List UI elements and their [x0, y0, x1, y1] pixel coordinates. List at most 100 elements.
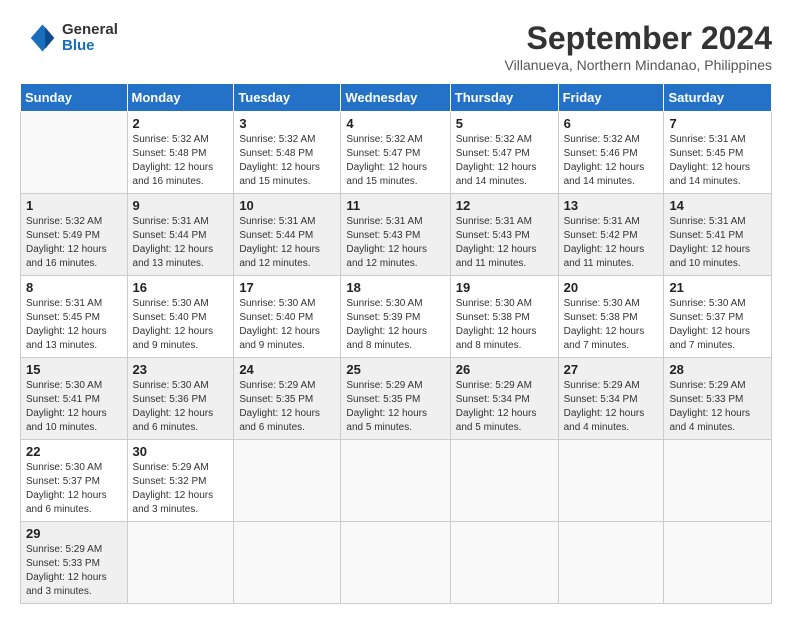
- day-info: Sunrise: 5:30 AMSunset: 5:36 PMDaylight:…: [133, 379, 229, 435]
- day-number: 18: [346, 280, 444, 295]
- calendar-cell: 26 Sunrise: 5:29 AMSunset: 5:34 PMDayligh…: [450, 358, 558, 440]
- day-info: Sunrise: 5:29 AMSunset: 5:35 PMDaylight:…: [239, 379, 335, 435]
- day-number: 26: [456, 362, 553, 377]
- header-friday: Friday: [558, 84, 664, 112]
- day-info: Sunrise: 5:31 AMSunset: 5:41 PMDaylight:…: [669, 215, 766, 271]
- calendar-cell: 24 Sunrise: 5:29 AMSunset: 5:35 PMDayligh…: [234, 358, 341, 440]
- calendar-cell: 30 Sunrise: 5:29 AMSunset: 5:32 PMDayligh…: [127, 440, 234, 522]
- day-number: 7: [669, 116, 766, 131]
- day-number: 22: [26, 444, 122, 459]
- day-number: 30: [133, 444, 229, 459]
- day-info: Sunrise: 5:29 AMSunset: 5:32 PMDaylight:…: [133, 461, 229, 517]
- day-number: 24: [239, 362, 335, 377]
- day-info: Sunrise: 5:32 AMSunset: 5:47 PMDaylight:…: [456, 133, 553, 189]
- day-info: Sunrise: 5:29 AMSunset: 5:33 PMDaylight:…: [26, 543, 122, 599]
- day-number: 3: [239, 116, 335, 131]
- calendar-cell: [341, 522, 450, 604]
- calendar-cell: [664, 440, 772, 522]
- calendar-table: Sunday Monday Tuesday Wednesday Thursday…: [20, 83, 772, 604]
- calendar-row: 2Sunrise: 5:32 AMSunset: 5:48 PMDaylight…: [21, 112, 772, 194]
- logo-general: General: [62, 22, 118, 39]
- day-info: Sunrise: 5:32 AMSunset: 5:49 PMDaylight:…: [26, 215, 122, 271]
- calendar-cell: 27Sunrise: 5:29 AMSunset: 5:34 PMDayligh…: [558, 358, 664, 440]
- header-tuesday: Tuesday: [234, 84, 341, 112]
- calendar-cell: 16Sunrise: 5:30 AMSunset: 5:40 PMDayligh…: [127, 276, 234, 358]
- day-info: Sunrise: 5:29 AMSunset: 5:34 PMDaylight:…: [564, 379, 659, 435]
- calendar-cell: [558, 440, 664, 522]
- header-wednesday: Wednesday: [341, 84, 450, 112]
- calendar-cell: 22Sunrise: 5:30 AMSunset: 5:37 PMDayligh…: [21, 440, 128, 522]
- calendar-cell: 21 Sunrise: 5:30 AMSunset: 5:37 PMDayligh…: [664, 276, 772, 358]
- calendar-cell: 14 Sunrise: 5:31 AMSunset: 5:41 PMDayligh…: [664, 194, 772, 276]
- day-info: Sunrise: 5:30 AMSunset: 5:38 PMDaylight:…: [456, 297, 553, 353]
- day-info: Sunrise: 5:31 AMSunset: 5:44 PMDaylight:…: [239, 215, 335, 271]
- day-info: Sunrise: 5:32 AMSunset: 5:47 PMDaylight:…: [346, 133, 444, 189]
- calendar-cell: 28Sunrise: 5:29 AMSunset: 5:33 PMDayligh…: [664, 358, 772, 440]
- calendar-cell: 23 Sunrise: 5:30 AMSunset: 5:36 PMDayligh…: [127, 358, 234, 440]
- calendar-cell: 12 Sunrise: 5:31 AMSunset: 5:43 PMDayligh…: [450, 194, 558, 276]
- calendar-cell: [234, 440, 341, 522]
- logo-blue: Blue: [62, 38, 118, 55]
- calendar-row: 8 Sunrise: 5:31 AMSunset: 5:45 PMDaylight…: [21, 276, 772, 358]
- day-info: Sunrise: 5:31 AMSunset: 5:43 PMDaylight:…: [456, 215, 553, 271]
- day-number: 8: [26, 280, 122, 295]
- day-number: 21: [669, 280, 766, 295]
- calendar-row: 15Sunrise: 5:30 AMSunset: 5:41 PMDayligh…: [21, 358, 772, 440]
- calendar-row: 29 Sunrise: 5:29 AMSunset: 5:33 PMDayligh…: [21, 522, 772, 604]
- day-number: 14: [669, 198, 766, 213]
- day-number: 25: [346, 362, 444, 377]
- day-number: 15: [26, 362, 122, 377]
- day-number: 13: [564, 198, 659, 213]
- calendar-cell: [450, 522, 558, 604]
- day-info: Sunrise: 5:31 AMSunset: 5:45 PMDaylight:…: [26, 297, 122, 353]
- day-number: 29: [26, 526, 122, 541]
- day-info: Sunrise: 5:30 AMSunset: 5:37 PMDaylight:…: [669, 297, 766, 353]
- calendar-cell: 5 Sunrise: 5:32 AMSunset: 5:47 PMDaylight…: [450, 112, 558, 194]
- month-year: September 2024: [505, 20, 772, 57]
- logo-icon: [20, 20, 56, 56]
- calendar-cell: 10 Sunrise: 5:31 AMSunset: 5:44 PMDayligh…: [234, 194, 341, 276]
- calendar-cell: 17 Sunrise: 5:30 AMSunset: 5:40 PMDayligh…: [234, 276, 341, 358]
- day-number: 6: [564, 116, 659, 131]
- day-number: 16: [133, 280, 229, 295]
- day-number: 4: [346, 116, 444, 131]
- calendar-cell: 4 Sunrise: 5:32 AMSunset: 5:47 PMDaylight…: [341, 112, 450, 194]
- day-number: 5: [456, 116, 553, 131]
- calendar-cell: 3Sunrise: 5:32 AMSunset: 5:48 PMDaylight…: [234, 112, 341, 194]
- day-info: Sunrise: 5:31 AMSunset: 5:44 PMDaylight:…: [133, 215, 229, 271]
- day-info: Sunrise: 5:31 AMSunset: 5:42 PMDaylight:…: [564, 215, 659, 271]
- day-info: Sunrise: 5:30 AMSunset: 5:39 PMDaylight:…: [346, 297, 444, 353]
- day-number: 20: [564, 280, 659, 295]
- day-info: Sunrise: 5:29 AMSunset: 5:34 PMDaylight:…: [456, 379, 553, 435]
- location: Villanueva, Northern Mindanao, Philippin…: [505, 57, 772, 73]
- calendar-cell: [558, 522, 664, 604]
- day-number: 9: [133, 198, 229, 213]
- calendar-cell: 19Sunrise: 5:30 AMSunset: 5:38 PMDayligh…: [450, 276, 558, 358]
- day-info: Sunrise: 5:30 AMSunset: 5:40 PMDaylight:…: [239, 297, 335, 353]
- calendar-cell: 29 Sunrise: 5:29 AMSunset: 5:33 PMDayligh…: [21, 522, 128, 604]
- calendar-cell: 1 Sunrise: 5:32 AMSunset: 5:49 PMDaylight…: [21, 194, 128, 276]
- day-number: 10: [239, 198, 335, 213]
- day-number: 28: [669, 362, 766, 377]
- calendar-cell: 13 Sunrise: 5:31 AMSunset: 5:42 PMDayligh…: [558, 194, 664, 276]
- calendar-cell: 20Sunrise: 5:30 AMSunset: 5:38 PMDayligh…: [558, 276, 664, 358]
- page-header: General Blue September 2024 Villanueva, …: [20, 20, 772, 73]
- day-info: Sunrise: 5:29 AMSunset: 5:35 PMDaylight:…: [346, 379, 444, 435]
- calendar-cell: [664, 522, 772, 604]
- day-info: Sunrise: 5:32 AMSunset: 5:48 PMDaylight:…: [133, 133, 229, 189]
- calendar-cell: [450, 440, 558, 522]
- day-number: 1: [26, 198, 122, 213]
- day-number: 12: [456, 198, 553, 213]
- day-number: 17: [239, 280, 335, 295]
- calendar-cell: [21, 112, 128, 194]
- header-sunday: Sunday: [21, 84, 128, 112]
- calendar-row: 1 Sunrise: 5:32 AMSunset: 5:49 PMDaylight…: [21, 194, 772, 276]
- day-number: 23: [133, 362, 229, 377]
- title-block: September 2024 Villanueva, Northern Mind…: [505, 20, 772, 73]
- calendar-cell: 25 Sunrise: 5:29 AMSunset: 5:35 PMDayligh…: [341, 358, 450, 440]
- logo: General Blue: [20, 20, 118, 56]
- calendar-cell: [234, 522, 341, 604]
- calendar-cell: 9 Sunrise: 5:31 AMSunset: 5:44 PMDaylight…: [127, 194, 234, 276]
- header-saturday: Saturday: [664, 84, 772, 112]
- header-monday: Monday: [127, 84, 234, 112]
